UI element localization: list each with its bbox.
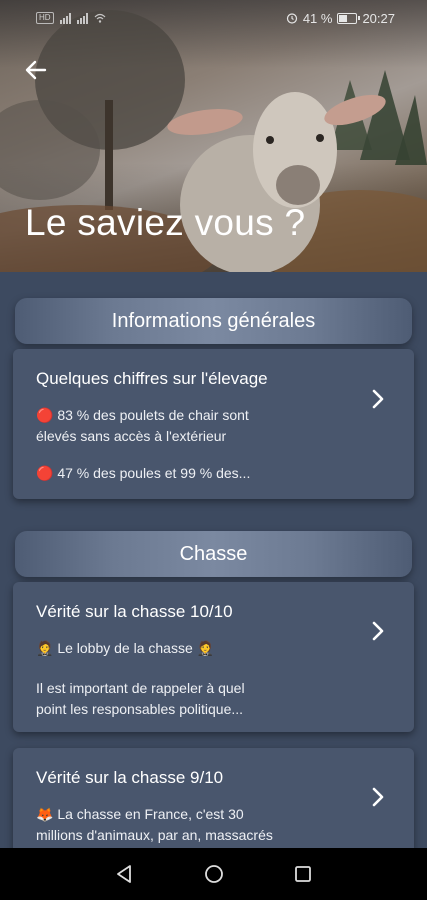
signal-icon-2 (76, 12, 88, 24)
card-title: Vérité sur la chasse 9/10 (36, 768, 224, 787)
status-bar: HD 41 % 20:27 (0, 0, 427, 36)
card-text: point les responsables politique... (36, 701, 244, 717)
page-title: Le saviez vous ? (25, 202, 306, 243)
card-title: Vérité sur la chasse 10/10 (36, 602, 233, 621)
section-header-chasse: Chasse (15, 531, 412, 577)
card-elevage[interactable]: Quelques chiffres sur l'élevage 🔴 83 % d… (13, 349, 414, 499)
card-text: Il est important de rappeler à quel (36, 680, 245, 696)
status-left: HD (36, 12, 106, 24)
battery-icon (337, 12, 361, 24)
chevron-right-icon (372, 621, 384, 641)
hero-banner: Le saviez vous ? (0, 0, 427, 272)
battery-percent: 41 % (302, 10, 333, 26)
alarm-icon (286, 13, 297, 24)
card-text: élevés sans accès à l'extérieur (36, 428, 227, 444)
wifi-icon (94, 13, 105, 23)
section-header-general: Informations générales (15, 298, 412, 344)
nav-back-button[interactable] (105, 854, 145, 894)
back-button[interactable] (18, 52, 54, 88)
nav-recents-button[interactable] (283, 854, 323, 894)
card-text: 🦊 La chasse en France, c'est 30 (36, 806, 244, 822)
nav-home-button[interactable] (194, 854, 234, 894)
card-text: millions d'animaux, par an, massacrés (36, 827, 273, 843)
system-nav-bar (0, 848, 427, 900)
content-list[interactable]: Informations générales Quelques chiffres… (0, 272, 427, 848)
nav-back-icon (116, 865, 131, 883)
card-chasse-10[interactable]: Vérité sur la chasse 10/10 🤵 Le lobby de… (13, 582, 414, 732)
signal-icon (59, 12, 71, 24)
nav-home-icon (204, 865, 223, 883)
status-right: 41 % 20:27 (286, 11, 395, 26)
chevron-right-icon (372, 389, 384, 409)
card-text: 🤵 Le lobby de la chasse 🤵 (36, 640, 215, 656)
clock: 20:27 (362, 10, 395, 26)
nav-recents-icon (294, 866, 311, 882)
card-chasse-9[interactable]: Vérité sur la chasse 9/10 🦊 La chasse en… (13, 748, 414, 848)
hd-badge: HD (36, 12, 54, 24)
card-title: Quelques chiffres sur l'élevage (36, 369, 268, 388)
card-text: 🔴 47 % des poules et 99 % des... (36, 465, 251, 481)
chevron-right-icon (372, 787, 384, 807)
arrow-left-icon (25, 60, 47, 80)
card-text: 🔴 83 % des poulets de chair sont (36, 407, 249, 423)
